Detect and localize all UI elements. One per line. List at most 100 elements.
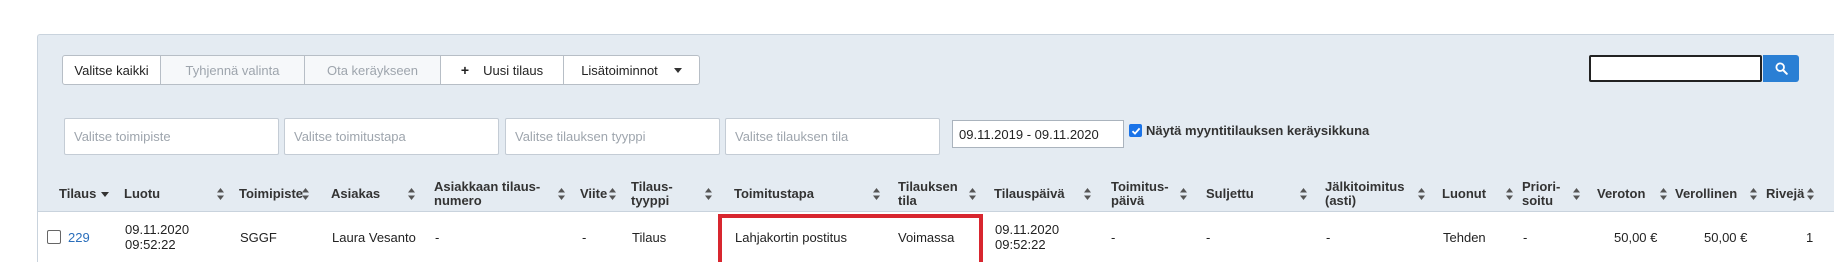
- column-customer-order-number-label-line2: numero: [434, 193, 482, 208]
- sort-icon[interactable]: [1084, 188, 1091, 200]
- column-created-by-label: Luonut: [1442, 186, 1487, 201]
- sort-icon[interactable]: [609, 188, 616, 200]
- sort-icon[interactable]: [969, 188, 976, 200]
- column-order-date[interactable]: Tilauspäivä: [994, 176, 1065, 212]
- column-order-status-label-line1: Tilauksen: [898, 179, 958, 194]
- search-button[interactable]: [1763, 55, 1799, 82]
- column-closed[interactable]: Suljettu: [1206, 176, 1254, 212]
- plus-icon: +: [460, 62, 470, 78]
- cell-created-by: Tehden: [1443, 229, 1486, 245]
- sort-icon[interactable]: [302, 188, 309, 200]
- column-created-by[interactable]: Luonut: [1442, 176, 1486, 212]
- table-row[interactable]: 229 09.11.2020 09:52:22 SGGF Laura Vesan…: [38, 212, 1834, 262]
- order-type-placeholder: Valitse tilauksen tyyppi: [515, 129, 646, 144]
- column-reference-label: Viite: [580, 186, 608, 201]
- more-actions-dropdown[interactable]: Lisätoiminnot: [563, 55, 700, 85]
- column-closed-label: Suljettu: [1206, 186, 1254, 201]
- sort-icon[interactable]: [1180, 188, 1187, 200]
- column-order[interactable]: Tilaus: [59, 176, 110, 212]
- cell-backorder: -: [1326, 229, 1331, 245]
- cell-rows: 1: [1806, 229, 1814, 245]
- new-order-button[interactable]: + Uusi tilaus: [440, 55, 564, 85]
- cell-order-date-time: 09:52:22: [995, 237, 1046, 252]
- select-all-button[interactable]: Valitse kaikki: [62, 55, 161, 85]
- cell-order-date-day: 09.11.2020: [995, 222, 1060, 237]
- column-rows[interactable]: Rivejä: [1766, 176, 1804, 212]
- sort-icon[interactable]: [1807, 188, 1814, 200]
- column-customer-order-number-label-line1: Asiakkaan tilaus-: [434, 179, 541, 194]
- checkbox-checked-icon[interactable]: [1129, 124, 1142, 137]
- show-picking-window-label: Näytä myyntitilauksen keräysikkuna: [1146, 123, 1370, 138]
- column-gross[interactable]: Verollinen: [1675, 176, 1737, 212]
- cell-order-status: Voimassa: [898, 229, 955, 245]
- sort-icon[interactable]: [1750, 188, 1757, 200]
- sort-icon[interactable]: [873, 188, 880, 200]
- column-order-type-label-line2: tyyppi: [631, 193, 670, 208]
- column-order-status[interactable]: Tilauksen tila: [898, 176, 958, 212]
- date-range-input[interactable]: 09.11.2019 - 09.11.2020: [952, 120, 1124, 148]
- cell-net: 50,00 €: [1614, 229, 1658, 245]
- show-picking-window-toggle[interactable]: Näytä myyntitilauksen keräysikkuna: [1129, 123, 1369, 138]
- cell-delivery-method: Lahjakortin postitus: [735, 229, 848, 245]
- sort-icon[interactable]: [558, 188, 565, 200]
- cell-created-date: 09.11.2020: [125, 222, 190, 237]
- column-priority-label-line2: soitu: [1522, 193, 1554, 208]
- cell-delivery-date: -: [1111, 229, 1116, 245]
- column-customer-order-number[interactable]: Asiakkaan tilaus- numero: [434, 176, 540, 212]
- cell-closed: -: [1206, 229, 1211, 245]
- to-picking-label: Ota keräykseen: [326, 62, 419, 78]
- column-backorder[interactable]: Jälkitoimitus (asti): [1325, 176, 1404, 212]
- order-link[interactable]: 229: [68, 230, 90, 245]
- column-delivery-date[interactable]: Toimitus- päivä: [1111, 176, 1169, 212]
- sort-icon[interactable]: [408, 188, 415, 200]
- column-order-date-label: Tilauspäivä: [994, 186, 1065, 201]
- column-gross-label: Verollinen: [1675, 186, 1738, 201]
- sort-icon[interactable]: [705, 188, 712, 200]
- to-picking-button[interactable]: Ota keräykseen: [304, 55, 441, 85]
- column-order-type[interactable]: Tilaus- tyyppi: [631, 176, 673, 212]
- cell-created: 09.11.2020 09:52:22: [125, 212, 189, 262]
- date-range-value: 09.11.2019 - 09.11.2020: [959, 126, 1099, 142]
- cell-customer: Laura Vesanto: [332, 229, 416, 245]
- column-delivery-method[interactable]: Toimitustapa: [734, 176, 814, 212]
- sort-icon[interactable]: [1660, 188, 1667, 200]
- office-select[interactable]: Valitse toimipiste: [64, 118, 279, 155]
- column-net-label: Veroton: [1597, 186, 1646, 201]
- column-rows-label: Rivejä: [1766, 186, 1805, 201]
- caret-down-icon: [673, 67, 682, 73]
- column-created[interactable]: Luotu: [124, 176, 160, 212]
- cell-created-time: 09:52:22: [125, 237, 176, 252]
- search-input[interactable]: [1589, 55, 1762, 82]
- new-order-label: Uusi tilaus: [483, 62, 544, 78]
- select-all-label: Valitse kaikki: [74, 62, 149, 78]
- delivery-method-placeholder: Valitse toimitustapa: [294, 129, 406, 144]
- sort-icon[interactable]: [1573, 188, 1580, 200]
- column-created-label: Luotu: [124, 186, 161, 201]
- sort-icon[interactable]: [1418, 188, 1425, 200]
- cell-order-type: Tilaus: [632, 229, 667, 245]
- column-order-status-label-line2: tila: [898, 193, 917, 208]
- sort-icon[interactable]: [1506, 188, 1513, 200]
- cell-order: 229: [47, 212, 90, 262]
- order-type-select[interactable]: Valitse tilauksen tyyppi: [505, 118, 720, 155]
- sort-desc-icon: [101, 191, 110, 197]
- cell-reference: -: [582, 229, 587, 245]
- column-delivery-date-label-line1: Toimitus-: [1111, 179, 1169, 194]
- column-net[interactable]: Veroton: [1597, 176, 1645, 212]
- column-office[interactable]: Toimipiste: [239, 176, 303, 212]
- delivery-method-select[interactable]: Valitse toimitustapa: [284, 118, 499, 155]
- column-backorder-label-line2: (asti): [1325, 193, 1357, 208]
- sort-icon[interactable]: [1300, 188, 1307, 200]
- order-status-select[interactable]: Valitse tilauksen tila: [725, 118, 940, 155]
- clear-selection-button[interactable]: Tyhjennä valinta: [160, 55, 305, 85]
- row-checkbox[interactable]: [47, 230, 61, 244]
- more-actions-label: Lisätoiminnot: [581, 62, 658, 78]
- column-customer[interactable]: Asiakas: [331, 176, 380, 212]
- column-priority[interactable]: Priori- soitu: [1522, 176, 1560, 212]
- column-customer-label: Asiakas: [331, 186, 381, 201]
- sort-icon[interactable]: [217, 188, 224, 200]
- column-delivery-date-label-line2: päivä: [1111, 193, 1145, 208]
- cell-gross: 50,00 €: [1704, 229, 1748, 245]
- column-reference[interactable]: Viite: [580, 176, 607, 212]
- clear-selection-label: Tyhjennä valinta: [185, 62, 280, 78]
